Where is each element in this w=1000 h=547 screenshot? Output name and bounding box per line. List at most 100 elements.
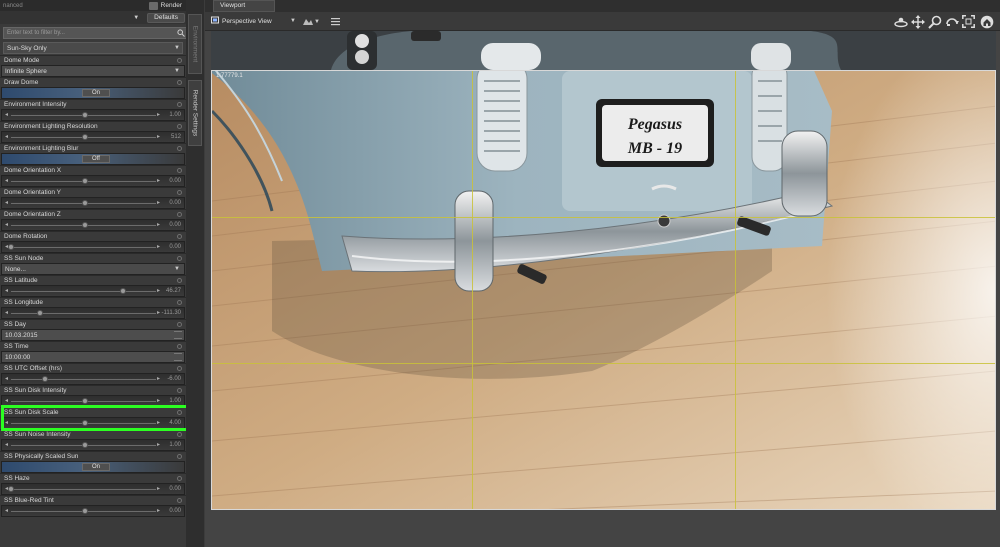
slider-knob[interactable]	[81, 134, 88, 140]
slider-value[interactable]: 0.00	[169, 244, 181, 250]
property-slider[interactable]: ◂ ▸ -6.00	[1, 373, 185, 385]
property-options-icon[interactable]	[177, 322, 182, 327]
toggle-button[interactable]: Off	[82, 155, 110, 163]
increment-icon[interactable]: ▸	[157, 133, 160, 140]
slider-knob[interactable]	[8, 244, 14, 250]
tab-render-settings[interactable]: Render Settings	[188, 80, 202, 146]
slider-knob[interactable]	[8, 486, 14, 492]
decrement-icon[interactable]: ◂	[5, 419, 8, 426]
property-options-icon[interactable]	[177, 58, 182, 63]
increment-icon[interactable]: ▸	[157, 309, 160, 316]
spinner-icon[interactable]	[174, 353, 182, 361]
slider-value[interactable]: 0.00	[169, 178, 181, 184]
decrement-icon[interactable]: ◂	[5, 111, 8, 118]
increment-icon[interactable]: ▸	[157, 111, 160, 118]
slider-knob[interactable]	[81, 222, 88, 228]
property-slider[interactable]: ◂ ▸ 0.00	[1, 505, 185, 517]
property-slider[interactable]: ◂ ▸ 0.00	[1, 241, 185, 253]
property-options-icon[interactable]	[177, 124, 182, 129]
property-options-icon[interactable]	[177, 102, 182, 107]
increment-icon[interactable]: ▸	[157, 287, 160, 294]
property-field[interactable]: 10.03.2015	[1, 329, 185, 341]
property-options-icon[interactable]	[177, 344, 182, 349]
property-options-icon[interactable]	[177, 256, 182, 261]
slider-track[interactable]	[11, 379, 156, 380]
slider-knob[interactable]	[81, 200, 88, 206]
decrement-icon[interactable]: ◂	[5, 199, 8, 206]
frame-icon[interactable]	[961, 14, 976, 29]
search-icon[interactable]	[176, 28, 186, 38]
slider-knob[interactable]	[81, 420, 88, 426]
render-icon[interactable]	[148, 1, 158, 10]
slider-knob[interactable]	[81, 442, 88, 448]
filter-input[interactable]: Enter text to filter by...	[3, 27, 187, 39]
render-button[interactable]: Render	[161, 2, 182, 9]
property-options-icon[interactable]	[177, 410, 182, 415]
slider-value[interactable]: 0.00	[169, 222, 181, 228]
spinner-icon[interactable]	[174, 331, 182, 339]
defaults-button[interactable]: Defaults	[147, 12, 185, 23]
increment-icon[interactable]: ▸	[157, 419, 160, 426]
property-slider[interactable]: ◂ ▸ 1.00	[1, 395, 185, 407]
property-options-icon[interactable]	[177, 300, 182, 305]
property-slider[interactable]: ◂ ▸ 1.00	[1, 439, 185, 451]
slider-knob[interactable]	[37, 310, 44, 316]
chevron-down-icon[interactable]: ▼	[133, 15, 139, 21]
property-slider[interactable]: ◂ ▸ 46.27	[1, 285, 185, 297]
menu-icon[interactable]	[329, 15, 342, 28]
increment-icon[interactable]: ▸	[157, 177, 160, 184]
property-options-icon[interactable]	[177, 366, 182, 371]
property-slider[interactable]: ◂ ▸ 0.00	[1, 483, 185, 495]
slider-value[interactable]: -111.30	[162, 310, 181, 316]
field-value[interactable]: 10.03.2015	[5, 332, 38, 339]
property-dropdown[interactable]: None... ▼	[1, 263, 185, 275]
slider-value[interactable]: 1.00	[169, 442, 181, 448]
decrement-icon[interactable]: ◂	[5, 397, 8, 404]
slider-value[interactable]: 4.00	[169, 420, 181, 426]
property-slider[interactable]: ◂ ▸ 1.00	[1, 109, 185, 121]
property-options-icon[interactable]	[177, 234, 182, 239]
property-options-icon[interactable]	[177, 146, 182, 151]
render-view[interactable]: Pegasus MB - 19 1:77779.1	[211, 70, 996, 510]
property-options-icon[interactable]	[177, 476, 182, 481]
increment-icon[interactable]: ▸	[157, 485, 160, 492]
property-options-icon[interactable]	[177, 498, 182, 503]
property-slider[interactable]: ◂ ▸ 512	[1, 131, 185, 143]
decrement-icon[interactable]: ◂	[5, 441, 8, 448]
decrement-icon[interactable]: ◂	[5, 375, 8, 382]
increment-icon[interactable]: ▸	[157, 221, 160, 228]
property-slider[interactable]: ◂ ▸ 4.00	[1, 417, 185, 429]
preset-dropdown[interactable]: Sun-Sky Only ▼	[3, 42, 183, 54]
increment-icon[interactable]: ▸	[157, 375, 160, 382]
chevron-down-icon[interactable]: ▼	[313, 15, 321, 28]
decrement-icon[interactable]: ◂	[5, 221, 8, 228]
slider-knob[interactable]	[81, 178, 88, 184]
property-field[interactable]: 10:00:00	[1, 351, 185, 363]
decrement-icon[interactable]: ◂	[5, 309, 8, 316]
slider-value[interactable]: 512	[171, 134, 181, 140]
slider-track[interactable]	[11, 291, 156, 292]
increment-icon[interactable]: ▸	[157, 199, 160, 206]
property-toggle[interactable]: On	[1, 461, 185, 473]
property-options-icon[interactable]	[177, 168, 182, 173]
roll-icon[interactable]	[944, 14, 959, 29]
property-options-icon[interactable]	[177, 80, 182, 85]
slider-knob[interactable]	[81, 508, 88, 514]
property-options-icon[interactable]	[177, 388, 182, 393]
property-slider[interactable]: ◂ ▸ 0.00	[1, 197, 185, 209]
decrement-icon[interactable]: ◂	[5, 287, 8, 294]
slider-knob[interactable]	[81, 112, 88, 118]
increment-icon[interactable]: ▸	[157, 441, 160, 448]
property-options-icon[interactable]	[177, 454, 182, 459]
zoom-icon[interactable]	[927, 14, 942, 29]
slider-knob[interactable]	[119, 288, 126, 294]
property-toggle[interactable]: Off	[1, 153, 185, 165]
decrement-icon[interactable]: ◂	[5, 133, 8, 140]
pan-icon[interactable]	[910, 14, 925, 29]
camera-dropdown[interactable]: Perspective View ▼	[211, 15, 296, 27]
slider-value[interactable]: 1.00	[169, 112, 181, 118]
slider-track[interactable]	[11, 313, 156, 314]
tab-environment[interactable]: Environment	[188, 14, 202, 74]
home-icon[interactable]	[979, 14, 994, 29]
toggle-button[interactable]: On	[82, 463, 110, 471]
